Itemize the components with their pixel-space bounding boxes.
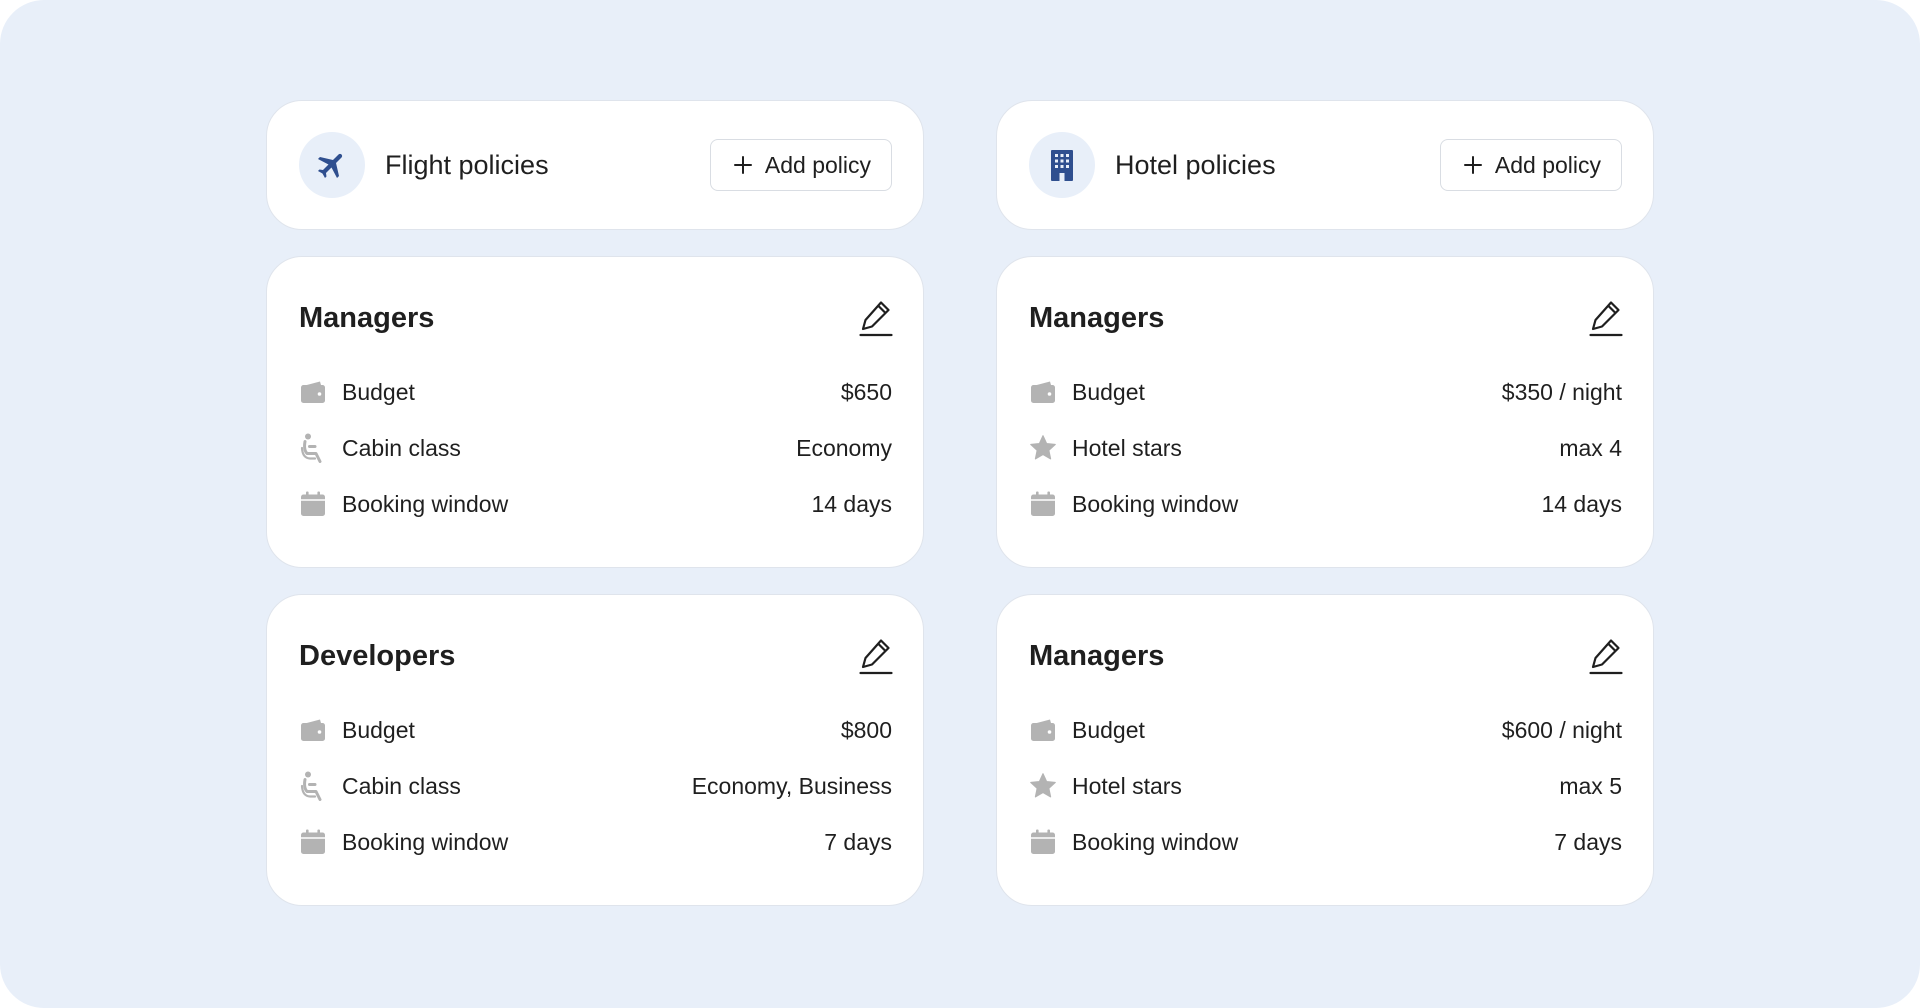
row-value: max 5 — [1559, 772, 1622, 799]
row-label: Hotel stars — [1072, 434, 1182, 461]
add-policy-label: Add policy — [764, 151, 871, 178]
airplane-icon — [299, 132, 365, 198]
flight-policies-column: Flight policies Add policy Managers Budg… — [266, 100, 924, 932]
calendar-icon — [1029, 490, 1057, 518]
pencil-icon — [859, 639, 893, 675]
plus-icon — [1463, 156, 1482, 174]
policy-card: Developers Budget $800 Cabin class Econo… — [266, 594, 924, 906]
plus-icon — [733, 156, 752, 174]
add-policy-button[interactable]: Add policy — [709, 139, 892, 191]
edit-policy-button[interactable] — [1586, 296, 1626, 340]
calendar-icon — [1029, 828, 1057, 856]
star-icon — [1029, 772, 1057, 800]
wallet-icon — [299, 378, 327, 406]
row-value: 14 days — [1541, 490, 1622, 517]
row-label: Cabin class — [342, 772, 461, 799]
row-value: Economy — [796, 434, 892, 461]
add-policy-button[interactable]: Add policy — [1439, 139, 1622, 191]
policy-name: Managers — [1029, 301, 1165, 334]
row-value: max 4 — [1559, 434, 1622, 461]
pencil-icon — [859, 301, 893, 337]
policy-row-hotel-stars: Hotel stars max 5 — [1029, 758, 1622, 814]
category-title: Flight policies — [385, 149, 549, 180]
edit-policy-button[interactable] — [856, 634, 896, 678]
wallet-icon — [1029, 378, 1057, 406]
calendar-icon — [299, 490, 327, 518]
policy-row-hotel-stars: Hotel stars max 4 — [1029, 420, 1622, 476]
row-label: Booking window — [1072, 828, 1239, 855]
building-icon — [1029, 132, 1095, 198]
row-label: Budget — [342, 378, 415, 405]
row-label: Cabin class — [342, 434, 461, 461]
category-title: Hotel policies — [1115, 149, 1276, 180]
policy-card: Managers Budget $650 Cabin class Economy… — [266, 256, 924, 568]
policy-row-budget: Budget $800 — [299, 702, 892, 758]
pencil-icon — [1589, 301, 1623, 337]
policy-row-cabin-class: Cabin class Economy, Business — [299, 758, 892, 814]
row-label: Budget — [1072, 378, 1145, 405]
flight-policies-header: Flight policies Add policy — [266, 100, 924, 230]
policy-row-budget: Budget $650 — [299, 364, 892, 420]
add-policy-label: Add policy — [1494, 151, 1601, 178]
row-label: Booking window — [342, 828, 509, 855]
row-value: $650 — [840, 378, 892, 405]
policy-row-budget: Budget $600 / night — [1029, 702, 1622, 758]
wallet-icon — [299, 716, 327, 744]
hotel-policies-column: Hotel policies Add policy Managers Budge… — [996, 100, 1654, 932]
row-label: Booking window — [342, 490, 509, 517]
row-value: 7 days — [1554, 828, 1622, 855]
row-value: 7 days — [824, 828, 892, 855]
policy-row-cabin-class: Cabin class Economy — [299, 420, 892, 476]
row-label: Budget — [342, 716, 415, 743]
policy-name: Managers — [299, 301, 435, 334]
policy-row-booking-window: Booking window 14 days — [299, 476, 892, 532]
policy-card: Managers Budget $600 / night Hotel stars… — [996, 594, 1654, 906]
policy-name: Managers — [1029, 639, 1165, 672]
policy-name: Developers — [299, 639, 456, 672]
row-label: Hotel stars — [1072, 772, 1182, 799]
row-label: Booking window — [1072, 490, 1239, 517]
calendar-icon — [299, 828, 327, 856]
policy-card: Managers Budget $350 / night Hotel stars… — [996, 256, 1654, 568]
seat-icon — [299, 433, 327, 463]
page-background: Flight policies Add policy Managers Budg… — [0, 0, 1920, 1008]
pencil-icon — [1589, 639, 1623, 675]
policy-row-budget: Budget $350 / night — [1029, 364, 1622, 420]
edit-policy-button[interactable] — [1586, 634, 1626, 678]
policy-row-booking-window: Booking window 7 days — [1029, 814, 1622, 870]
star-icon — [1029, 434, 1057, 462]
row-value: $800 — [840, 716, 892, 743]
row-value: $350 / night — [1501, 378, 1622, 405]
wallet-icon — [1029, 716, 1057, 744]
row-value: Economy, Business — [691, 772, 892, 799]
seat-icon — [299, 771, 327, 801]
edit-policy-button[interactable] — [856, 296, 896, 340]
row-label: Budget — [1072, 716, 1145, 743]
row-value: 14 days — [811, 490, 892, 517]
policy-row-booking-window: Booking window 14 days — [1029, 476, 1622, 532]
hotel-policies-header: Hotel policies Add policy — [996, 100, 1654, 230]
row-value: $600 / night — [1501, 716, 1622, 743]
policy-row-booking-window: Booking window 7 days — [299, 814, 892, 870]
